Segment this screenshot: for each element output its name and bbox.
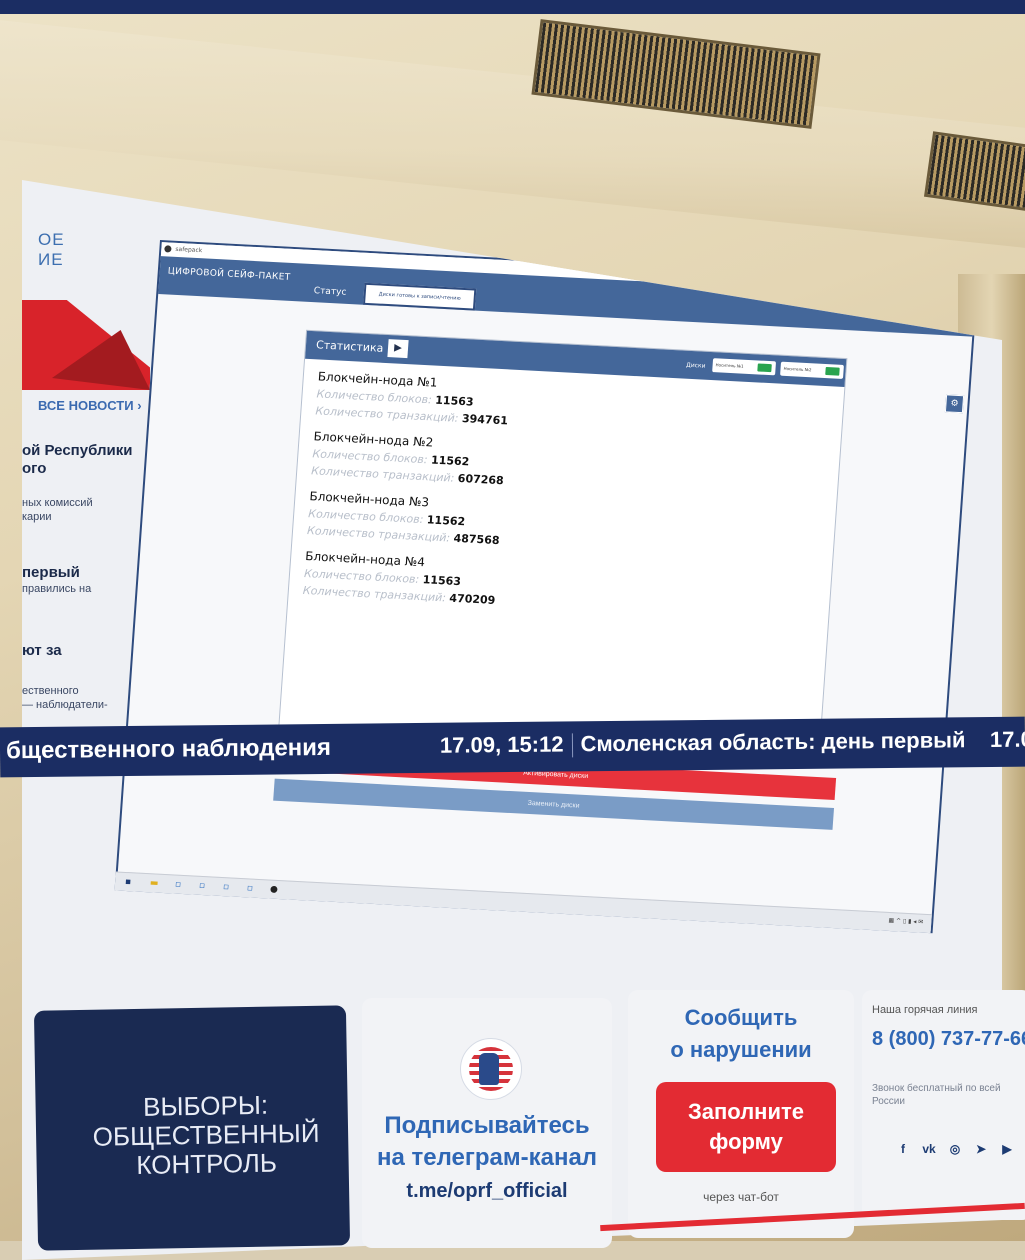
blocks-value: 11563 xyxy=(434,393,474,409)
telegram-title: Подписывайтесь на телеграм-канал xyxy=(376,1112,598,1171)
telegram-icon[interactable]: ➤ xyxy=(974,1142,988,1156)
statistics-panel: Статистика ▶ Диски Носитель №1 Носитель … xyxy=(278,329,965,760)
disk-2-chip[interactable]: Носитель №2 xyxy=(780,361,844,379)
oprf-emblem-icon xyxy=(460,1038,522,1100)
facebook-icon[interactable]: f xyxy=(896,1142,910,1156)
logo-text-1: ОЕ xyxy=(38,230,65,249)
hotline-phone[interactable]: 8 (800) 737-77-66 xyxy=(872,1028,1025,1051)
blocks-value: 11562 xyxy=(430,453,470,469)
statistics-title: Статистика xyxy=(315,338,384,355)
top-edge-bar xyxy=(0,0,1025,14)
play-icon[interactable]: ▶ xyxy=(387,339,409,359)
tx-value: 487568 xyxy=(453,531,500,548)
window-title: safepack xyxy=(175,245,203,255)
node-list: Блокчейн-нода №1 Количество блоков: 1156… xyxy=(288,359,844,625)
all-news-label: ВСЕ НОВОСТИ xyxy=(38,398,134,413)
list-item: Блокчейн-нода №4 Количество блоков: 1156… xyxy=(302,549,821,624)
vk-icon[interactable]: vk xyxy=(922,1142,936,1156)
disk-1-status xyxy=(757,363,772,373)
elections-card[interactable]: ВЫБОРЫ: ОБЩЕСТВЕННЫЙ КОНТРОЛЬ xyxy=(33,1005,351,1251)
windows-start-icon[interactable]: ▪ xyxy=(123,877,134,887)
blocks-label: Количество блоков: xyxy=(307,507,424,527)
tx-value: 394761 xyxy=(461,412,509,428)
app-icon-2[interactable]: ▫ xyxy=(197,881,208,891)
system-tray: ▦ ^ ▯ ▮ ◂ ✉ xyxy=(888,916,924,926)
disk-2-label: Носитель №2 xyxy=(783,365,812,373)
fill-form-button[interactable]: Заполните форму xyxy=(656,1082,836,1172)
tx-label: Количество транзакций: xyxy=(302,583,447,605)
tx-label: Количество транзакций: xyxy=(315,404,459,425)
news-summary: ных комиссий карии xyxy=(22,497,93,523)
app-title: ЦИФРОВОЙ СЕЙФ-ПАКЕТ xyxy=(167,266,291,283)
blocks-label: Количество блоков: xyxy=(312,447,429,467)
social-links: f vk ◎ ➤ ▶ xyxy=(896,1140,1025,1158)
safe-pack-app-window: safepack ЦИФРОВОЙ СЕЙФ-ПАКЕТ Статус Диск… xyxy=(114,240,979,934)
ticker-line: 17.09, 15:12 Смоленская область: день пер… xyxy=(440,726,1025,759)
blocks-value: 11563 xyxy=(422,573,462,589)
blocks-label: Количество блоков: xyxy=(303,566,420,586)
disk-1-chip[interactable]: Носитель №1 xyxy=(712,358,777,376)
tx-value: 607268 xyxy=(457,471,505,488)
all-news-link[interactable]: ВСЕ НОВОСТИ › xyxy=(38,398,142,413)
safepack-task-icon[interactable]: ● xyxy=(269,885,280,895)
telegram-link[interactable]: t.me/oprf_official xyxy=(362,1180,612,1203)
blocks-label: Количество блоков: xyxy=(316,387,433,407)
news-item[interactable]: ют за ественного — наблюдатели- xyxy=(22,642,108,712)
ticker-text-1: бщественного наблюдения xyxy=(5,733,332,765)
disks-label: Диски xyxy=(685,361,706,370)
news-headline: ют за xyxy=(22,642,62,659)
ticker-time-1: 17.09, 15:12 xyxy=(439,731,564,758)
disk-1-label: Носитель №1 xyxy=(715,362,744,369)
app-icon-3[interactable]: ▫ xyxy=(221,882,232,892)
report-subtitle: через чат-бот xyxy=(703,1190,779,1204)
disk-2-status xyxy=(825,367,840,376)
report-card: Сообщить о нарушении Заполните форму чер… xyxy=(628,990,854,1238)
hotline-card: Наша горячая линия 8 (800) 737-77-66 Зво… xyxy=(862,990,1025,1220)
tx-label: Количество транзакций: xyxy=(306,524,451,545)
folder-icon[interactable]: ▬ xyxy=(149,878,160,888)
taskbar: ▪ ▬ ▫ ▫ ▫ ▫ ● ▦ ^ ▯ ▮ ◂ ✉ xyxy=(114,871,932,934)
blocks-value: 11562 xyxy=(426,513,466,529)
tx-value: 470209 xyxy=(448,591,496,607)
app-icon xyxy=(164,245,172,253)
disks-ready-button[interactable]: Диски готовы к записи/чтению xyxy=(362,282,477,311)
report-title: Сообщить о нарушении xyxy=(670,1005,812,1062)
ticker-divider xyxy=(571,733,573,758)
app-icon-1[interactable]: ▫ xyxy=(173,879,184,890)
hotline-label: Наша горячая линия xyxy=(872,1004,978,1016)
tx-label: Количество транзакций: xyxy=(310,464,455,485)
logo-text-2: ИЕ xyxy=(38,250,64,269)
ticker-text-2: Смоленская область: день первый xyxy=(580,727,966,757)
instagram-icon[interactable]: ◎ xyxy=(948,1142,962,1156)
ticker-time-2: 17.09, 1 xyxy=(989,726,1025,752)
elections-title: ВЫБОРЫ: ОБЩЕСТВЕННЫЙ КОНТРОЛЬ xyxy=(92,1089,320,1180)
news-item[interactable]: ой Республики ого ных комиссий карии xyxy=(22,442,132,524)
app-icon-4[interactable]: ▫ xyxy=(245,883,256,893)
hotline-note: Звонок бесплатный по всей России xyxy=(872,1083,1001,1107)
news-summary: правились на xyxy=(22,583,92,595)
news-headline: ой Республики ого xyxy=(22,442,133,477)
gear-icon[interactable]: ⚙ xyxy=(944,394,965,414)
youtube-icon[interactable]: ▶ xyxy=(1000,1142,1014,1156)
telegram-card[interactable]: Подписывайтесь на телеграм-канал t.me/op… xyxy=(362,998,612,1248)
news-summary: ественного — наблюдатели- xyxy=(22,685,108,711)
tab-status[interactable]: Статус xyxy=(313,286,346,298)
news-item[interactable]: первый правились на xyxy=(22,564,91,596)
news-headline: первый xyxy=(22,564,80,581)
